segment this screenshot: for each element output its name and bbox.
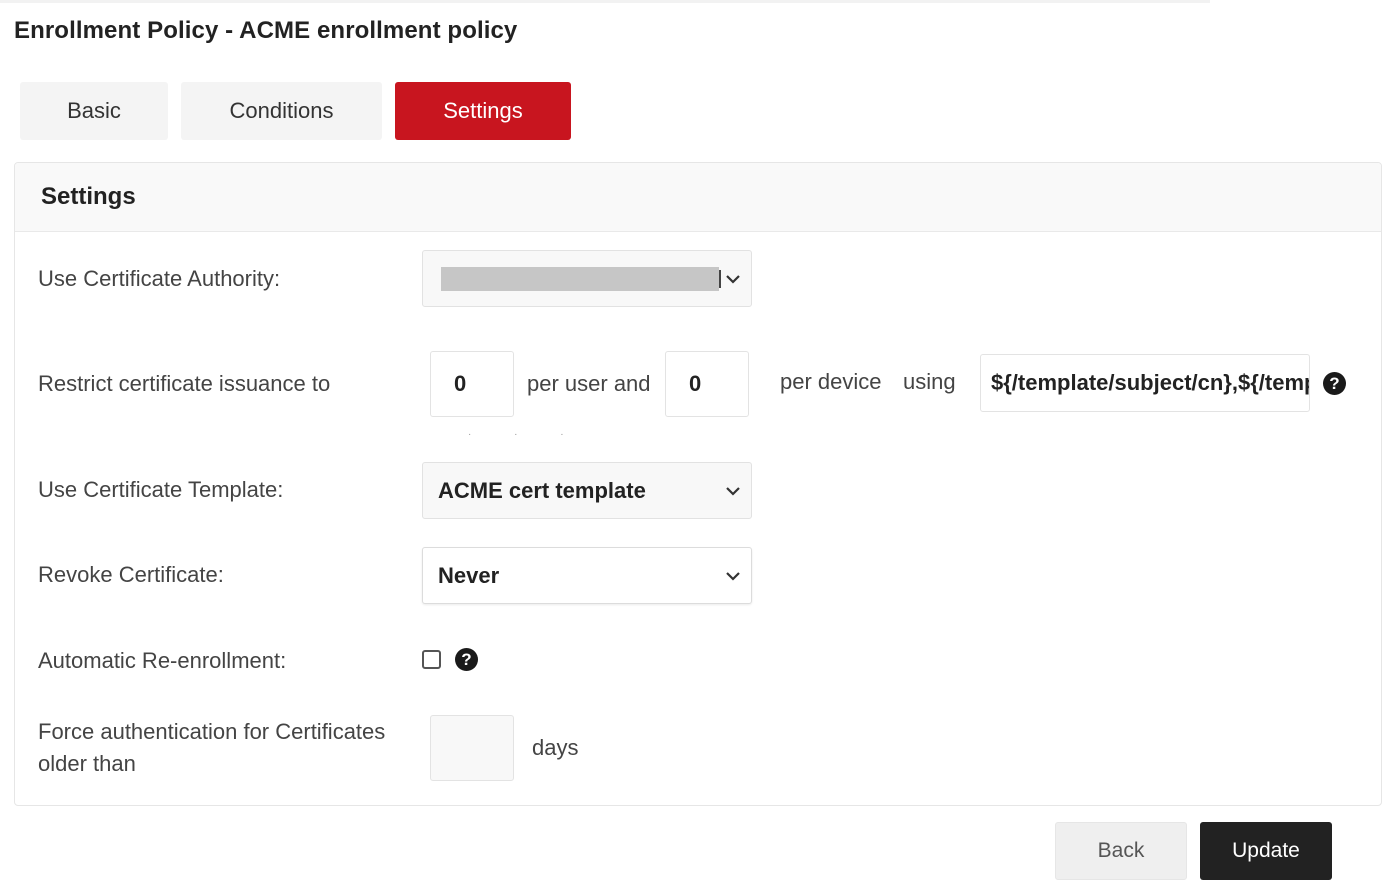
force-auth-label-line1: Force authentication for Certificates	[38, 719, 386, 744]
certificate-template-value: ACME cert template	[438, 477, 646, 503]
top-divider	[0, 0, 1210, 3]
certificate-authority-label: Use Certificate Authority:	[38, 266, 281, 291]
certificate-template-label: Use Certificate Template:	[38, 477, 284, 502]
update-button[interactable]: Update	[1200, 822, 1332, 880]
back-button[interactable]: Back	[1055, 822, 1187, 880]
chevron-down-icon	[726, 486, 740, 496]
help-icon[interactable]: ?	[455, 648, 478, 671]
force-auth-label-line2: older than	[38, 751, 136, 776]
revoke-certificate-label: Revoke Certificate:	[38, 562, 224, 587]
help-icon[interactable]: ?	[1323, 372, 1346, 395]
using-text: using	[903, 369, 956, 394]
force-auth-days-input[interactable]	[430, 715, 514, 781]
per-device-text: per device	[780, 369, 882, 394]
page-title: Enrollment Policy - ACME enrollment poli…	[14, 17, 518, 44]
tab-settings[interactable]: Settings	[395, 82, 571, 140]
certificate-authority-select[interactable]	[422, 250, 752, 307]
revoke-certificate-select[interactable]: Never	[422, 547, 752, 604]
revoke-certificate-value: Never	[438, 562, 500, 588]
uniqueness-template-input[interactable]	[980, 354, 1310, 412]
chevron-down-icon	[726, 274, 740, 284]
per-user-input[interactable]	[430, 351, 514, 417]
hint-dots: · · ·	[468, 429, 584, 440]
days-unit-text: days	[532, 735, 579, 760]
panel-header: Settings	[15, 163, 1381, 232]
per-user-text: per user and	[527, 371, 651, 396]
chevron-down-icon	[726, 571, 740, 581]
tab-conditions[interactable]: Conditions	[181, 82, 382, 140]
certificate-template-select[interactable]: ACME cert template	[422, 462, 752, 519]
reenrollment-label: Automatic Re-enrollment:	[38, 648, 287, 673]
redacted-value	[441, 267, 719, 291]
per-device-input[interactable]	[665, 351, 749, 417]
reenrollment-checkbox[interactable]	[422, 650, 441, 669]
restrict-issuance-label: Restrict certificate issuance to	[38, 371, 331, 396]
redacted-edge	[719, 270, 721, 288]
tab-basic[interactable]: Basic	[20, 82, 168, 140]
